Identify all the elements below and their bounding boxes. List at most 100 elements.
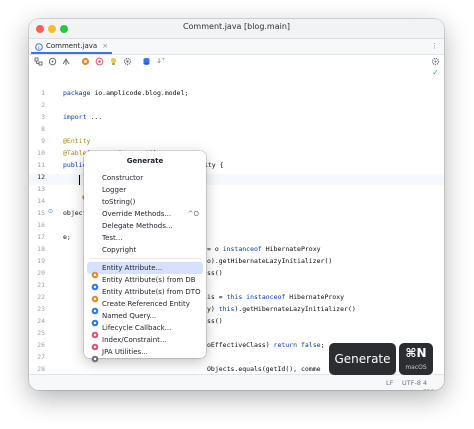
code-line: import ...	[63, 113, 103, 121]
menu-item-label: Create Referenced Entity	[102, 300, 190, 308]
file-encoding[interactable]: UTF-8	[402, 379, 421, 387]
editor-tab-bar: c Comment.java × ⋮	[29, 39, 444, 55]
line-number: 10	[37, 149, 45, 157]
jpa-utilities-icon	[91, 348, 99, 363]
indent-setting[interactable]: 4 spaces	[423, 379, 444, 390]
entity-attribute-icon	[91, 264, 99, 279]
menu-item-label: JPA Utilities...	[102, 348, 148, 356]
menu-item-label: Index/Constraint...	[102, 336, 167, 344]
bulb-icon[interactable]	[109, 57, 118, 66]
menu-item-entity-attribute[interactable]: Entity Attribute...	[87, 262, 203, 279]
inspection-ok-icon: ✓	[432, 68, 439, 77]
menu-item-label: Entity Attribute(s) from DTO	[102, 288, 201, 296]
hint-shortcut: ⌘N macOS	[399, 343, 433, 375]
code-line: y) this).getHibernateLazyInitializer()	[207, 305, 356, 313]
menu-item-lifecycle-callback[interactable]: Lifecycle Callback...	[87, 322, 203, 339]
code-line: = o instanceof HibernateProxy	[207, 245, 321, 253]
tab-label: Comment.java	[46, 41, 98, 50]
structure-icon[interactable]	[34, 57, 43, 66]
line-number: 12	[37, 173, 45, 181]
menu-item-named-query[interactable]: Named Query...	[87, 310, 203, 327]
menu-item-override-methods[interactable]: Override Methods... ^O	[87, 208, 203, 220]
query-icon	[91, 312, 99, 327]
line-number: 16	[37, 221, 45, 229]
menu-item-entity-attribute-s-from-dto[interactable]: Entity Attribute(s) from DTO	[87, 286, 203, 303]
code-line: ss()	[207, 269, 223, 277]
menu-item-label: Delegate Methods...	[102, 222, 173, 230]
hint-shortcut-key: ⌘N	[405, 346, 427, 360]
line-number: 22	[37, 293, 45, 301]
generate-popup: Generate Constructor Logger toString() Over…	[84, 151, 206, 363]
menu-item-create-referenced-entity[interactable]: Create Referenced Entity	[87, 298, 203, 315]
hint-action: Generate	[329, 343, 396, 375]
line-number: 19	[37, 257, 45, 265]
jpa-icon[interactable]	[95, 57, 104, 66]
menu-separator	[89, 258, 201, 259]
line-number: 26	[37, 341, 45, 349]
menu-item-copyright[interactable]: Copyright	[87, 244, 203, 256]
menu-item-entity-attribute-s-from-db[interactable]: Entity Attribute(s) from DB	[87, 274, 203, 291]
sort-icon[interactable]: ↓ᵀ	[156, 57, 165, 66]
create-entity-icon	[91, 300, 99, 315]
menu-item-label: Copyright	[102, 246, 137, 254]
line-number: 17	[37, 233, 45, 241]
close-tab-icon[interactable]: ×	[102, 42, 108, 50]
line-number: 11	[37, 161, 45, 169]
status-bar: LF UTF-8 4 spaces	[29, 374, 444, 390]
menu-item-constructor[interactable]: Constructor	[87, 172, 203, 184]
line-number: 14	[37, 197, 45, 205]
line-number: 27	[37, 353, 45, 361]
line-number: 2	[41, 101, 45, 109]
menu-item-label: Entity Attribute(s) from DB	[102, 276, 196, 284]
popup-title: Generate	[126, 157, 164, 165]
menu-item-label: Test...	[102, 234, 123, 242]
title-bar: Comment.java [blog.main]	[29, 19, 444, 39]
editor-toolbar: ↓ᵀ	[29, 55, 444, 69]
menu-item-label: Entity Attribute...	[102, 264, 163, 272]
code-line: e;	[63, 233, 71, 241]
line-number: 20	[37, 269, 45, 277]
text-caret	[79, 175, 80, 185]
line-number: 28	[37, 365, 45, 373]
line-number: 13	[37, 185, 45, 193]
menu-item-logger[interactable]: Logger	[87, 184, 203, 196]
hint-os: macOS	[405, 364, 427, 371]
window-title: Comment.java [blog.main]	[182, 22, 291, 31]
code-line: package io.amplicode.blog.model;	[63, 89, 189, 97]
index-icon	[91, 336, 99, 351]
menu-item-test[interactable]: Test...	[87, 232, 203, 244]
gear-icon[interactable]	[431, 57, 440, 66]
target-icon[interactable]	[48, 57, 57, 66]
code-line: @Entity	[63, 137, 91, 145]
hint-action-label: Generate	[334, 352, 391, 366]
line-number: 1	[41, 89, 45, 97]
line-number: 3	[41, 113, 45, 121]
gutter-override-icon[interactable]: ⊙	[48, 208, 53, 215]
more-tabs-icon[interactable]: ⋮	[431, 42, 438, 50]
code-line: is = this instanceof HibernateProxy	[207, 293, 345, 301]
line-separator[interactable]: LF	[386, 379, 393, 387]
tab-comment-java[interactable]: c Comment.java ×	[31, 39, 113, 54]
menu-item-label: toString()	[102, 198, 136, 206]
menu-item-label: Lifecycle Callback...	[102, 324, 172, 332]
menu-item-label: Override Methods...	[102, 210, 172, 218]
settings-icon[interactable]	[123, 57, 132, 66]
db-icon[interactable]	[142, 57, 151, 66]
menu-item-label: Logger	[102, 186, 127, 194]
entity-icon[interactable]	[81, 57, 90, 66]
menu-item-tostring[interactable]: toString()	[87, 196, 203, 208]
menu-item-delegate-methods[interactable]: Delegate Methods...	[87, 220, 203, 232]
code-line: o).getHibernateLazyInitializer()	[207, 257, 333, 265]
line-number: 25	[37, 329, 45, 337]
lifecycle-icon	[91, 324, 99, 339]
menu-item-shortcut: ^O	[187, 210, 199, 218]
jump-icon[interactable]	[62, 57, 71, 66]
line-number: 15	[37, 209, 45, 217]
line-number: 23	[37, 305, 45, 313]
menu-item-jpa-utilities[interactable]: JPA Utilities...	[87, 346, 203, 363]
code-line: Objects.equals(getId(), comme	[207, 365, 321, 373]
dto-icon	[91, 288, 99, 303]
line-number: 21	[37, 281, 45, 289]
menu-item-index-constraint[interactable]: Index/Constraint...	[87, 334, 203, 351]
menu-item-label: Constructor	[102, 174, 144, 182]
